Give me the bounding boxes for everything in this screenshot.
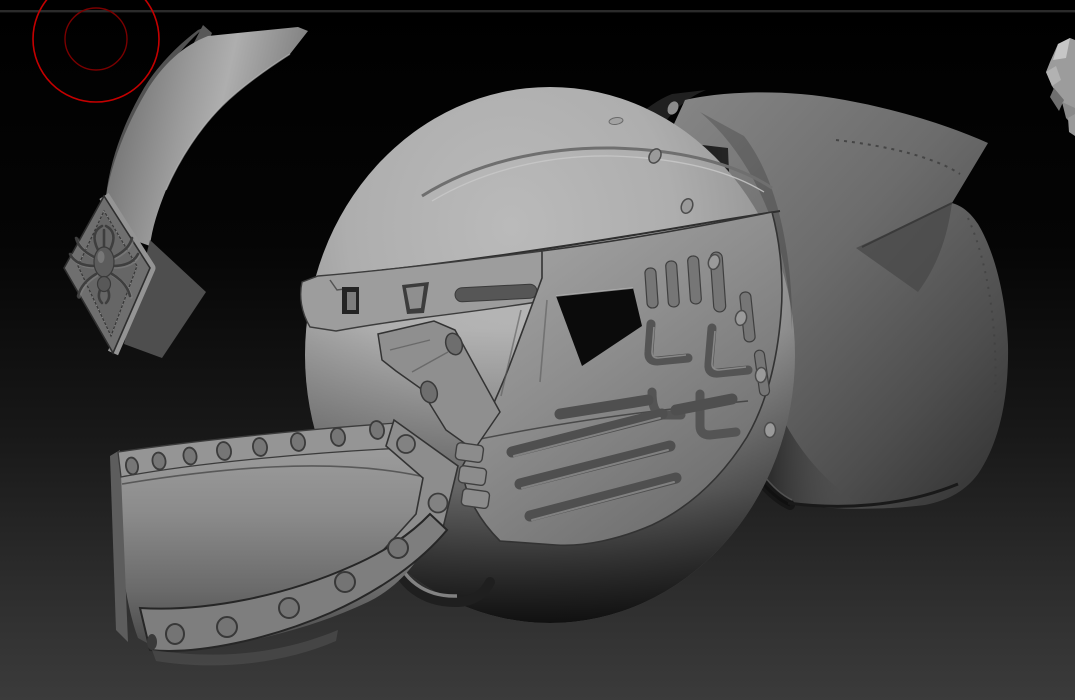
sculpt-canvas[interactable] <box>0 0 1075 700</box>
canvas-top-line <box>0 10 1075 12</box>
sculpt-viewport[interactable] <box>0 0 1075 700</box>
